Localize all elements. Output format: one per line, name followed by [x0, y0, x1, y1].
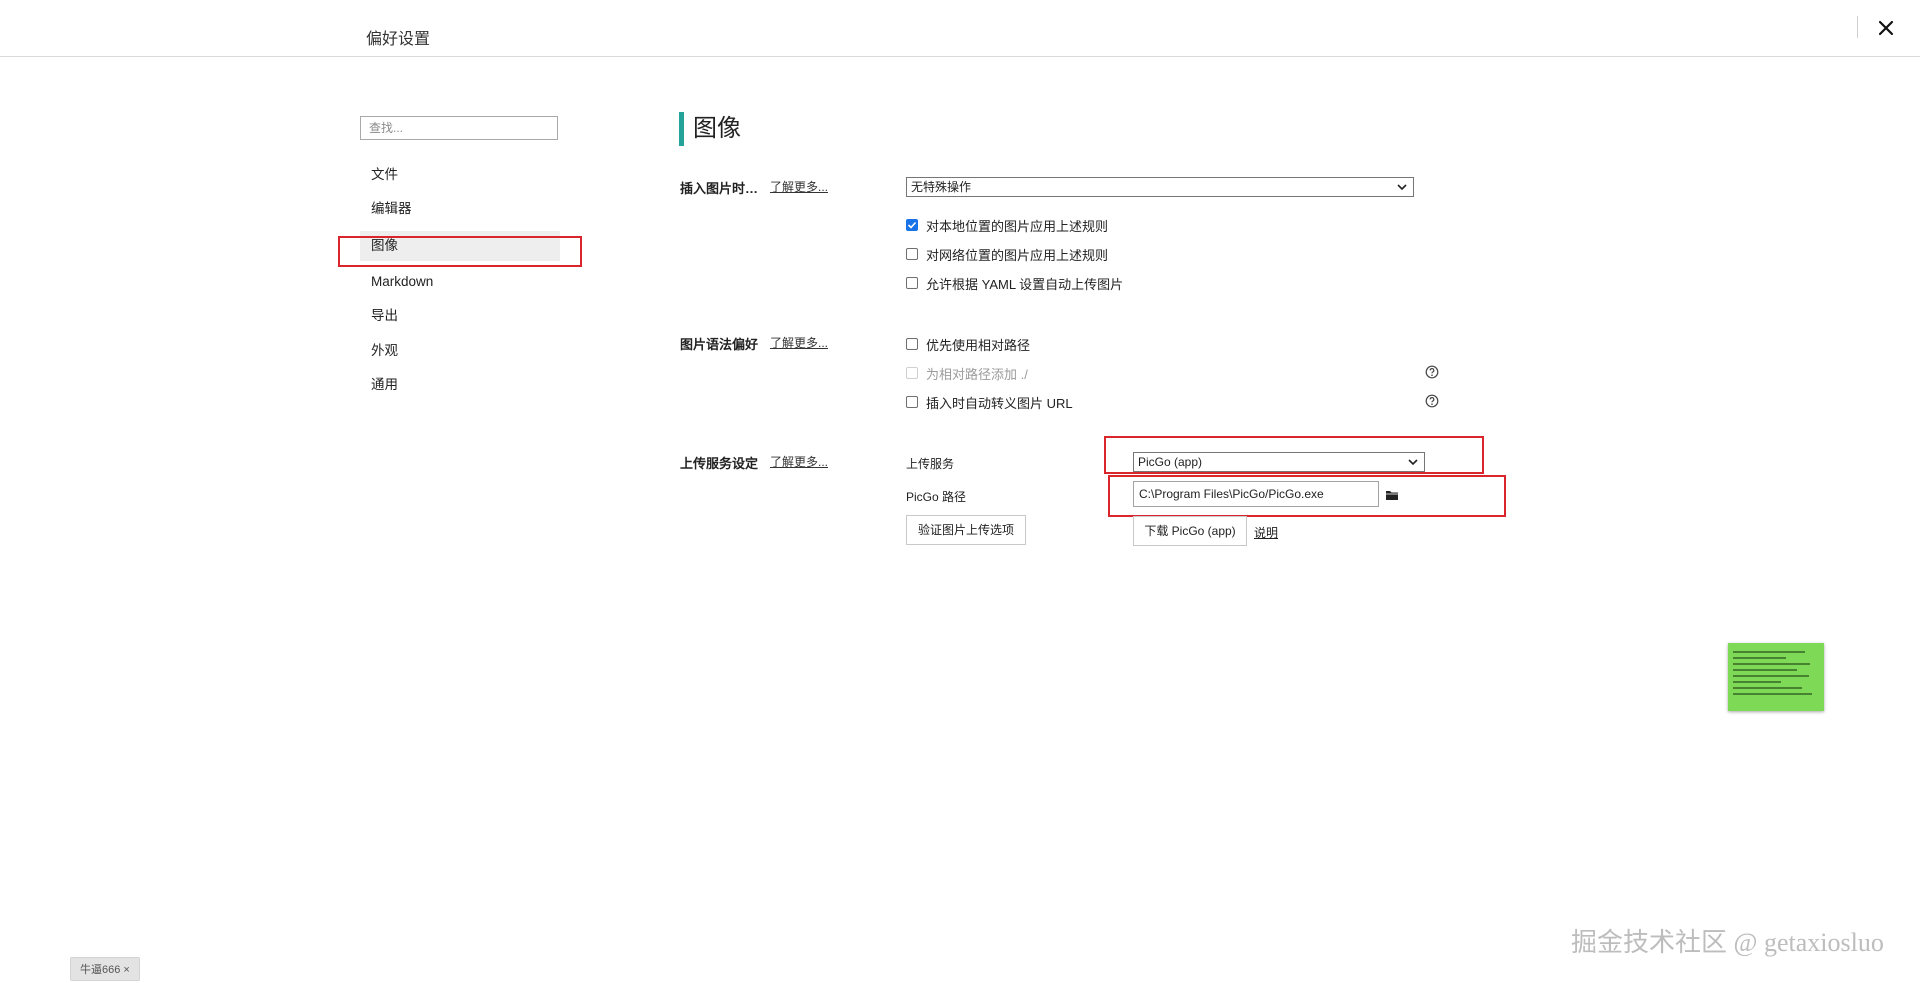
- verify-upload-button[interactable]: 验证图片上传选项: [906, 515, 1026, 545]
- syntax-pref-learn-more-link[interactable]: 了解更多...: [770, 334, 828, 351]
- window-title: 偏好设置: [366, 31, 431, 48]
- apply-network-images-label: 对网络位置的图片应用上述规则: [926, 247, 1109, 263]
- picgo-path-label: PicGo 路径: [906, 490, 967, 504]
- checkbox-icon: [906, 277, 918, 289]
- sidebar-item-general[interactable]: 通用: [360, 370, 560, 400]
- picgo-path-input[interactable]: C:\Program Files\PicGo/PicGo.exe: [1133, 481, 1379, 507]
- apply-local-images-checkbox[interactable]: 对本地位置的图片应用上述规则: [906, 215, 1108, 235]
- checkbox-icon: [906, 396, 918, 408]
- sidebar-item-markdown[interactable]: Markdown: [360, 267, 560, 297]
- upload-service-value: PicGo (app): [1138, 455, 1203, 469]
- yaml-auto-upload-checkbox[interactable]: 允许根据 YAML 设置自动上传图片: [906, 273, 1123, 293]
- insert-action-select[interactable]: 无特殊操作: [906, 177, 1414, 197]
- question-circle-icon[interactable]: [1425, 365, 1439, 379]
- checkbox-icon: [906, 248, 918, 260]
- bottom-tag[interactable]: 牛逼666 ×: [70, 957, 140, 981]
- chevron-down-icon: [1408, 459, 1418, 466]
- insert-action-value: 无特殊操作: [911, 180, 972, 194]
- checkbox-icon: [906, 367, 918, 379]
- download-picgo-button[interactable]: 下载 PicGo (app): [1133, 516, 1247, 546]
- watermark-text: 掘金技术社区 @ getaxiosluo: [1571, 928, 1884, 957]
- chevron-down-icon: [1397, 184, 1407, 191]
- sidebar-item-image[interactable]: 图像: [360, 231, 560, 261]
- upload-service-label: 上传服务: [906, 457, 955, 471]
- close-button[interactable]: [1872, 14, 1900, 42]
- sidebar-item-file[interactable]: 文件: [360, 160, 560, 190]
- apply-network-images-checkbox[interactable]: 对网络位置的图片应用上述规则: [906, 244, 1108, 264]
- insert-image-learn-more-link[interactable]: 了解更多...: [770, 178, 828, 195]
- add-dot-slash-label: 为相对路径添加 ./: [926, 366, 1028, 382]
- checkbox-icon: [906, 338, 918, 350]
- insert-image-label: 插入图片时…: [680, 181, 759, 196]
- close-icon: [1878, 20, 1894, 36]
- sidebar-item-editor[interactable]: 编辑器: [360, 194, 560, 224]
- escape-image-url-label: 插入时自动转义图片 URL: [926, 395, 1073, 411]
- folder-icon[interactable]: [1385, 489, 1399, 501]
- sidebar-item-export[interactable]: 导出: [360, 301, 560, 331]
- sticky-note-widget[interactable]: [1728, 643, 1824, 711]
- prefer-relative-path-checkbox[interactable]: 优先使用相对路径: [906, 334, 1030, 354]
- apply-local-images-label: 对本地位置的图片应用上述规则: [926, 218, 1109, 234]
- sidebar-item-appearance[interactable]: 外观: [360, 336, 560, 366]
- prefer-relative-path-label: 优先使用相对路径: [926, 337, 1031, 353]
- section-title: 图像: [693, 115, 741, 142]
- syntax-pref-label: 图片语法偏好: [680, 337, 759, 352]
- add-dot-slash-checkbox[interactable]: 为相对路径添加 ./: [906, 363, 1028, 383]
- upload-learn-more-link[interactable]: 了解更多...: [770, 453, 828, 470]
- search-input[interactable]: [360, 116, 558, 140]
- upload-settings-label: 上传服务设定: [680, 456, 759, 471]
- title-bar: 偏好设置: [0, 0, 1920, 57]
- escape-image-url-checkbox[interactable]: 插入时自动转义图片 URL: [906, 392, 1073, 412]
- upload-service-select[interactable]: PicGo (app): [1133, 452, 1425, 472]
- checkbox-checked-icon: [906, 219, 918, 231]
- yaml-auto-upload-label: 允许根据 YAML 设置自动上传图片: [926, 276, 1124, 292]
- question-circle-icon[interactable]: [1425, 394, 1439, 408]
- explain-link[interactable]: 说明: [1254, 524, 1278, 541]
- title-bar-divider: [1857, 16, 1858, 38]
- section-accent-bar: [679, 112, 684, 146]
